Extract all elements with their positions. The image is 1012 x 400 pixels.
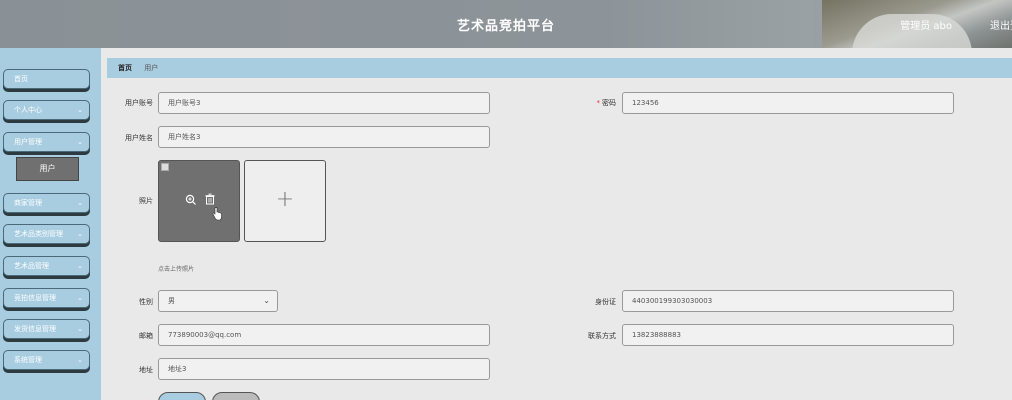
chevron-down-icon: ⌄ [77, 138, 83, 146]
gender-select[interactable]: 男 ⌄ [158, 290, 278, 312]
address-field[interactable]: 地址3 [158, 358, 490, 380]
cancel-button[interactable] [212, 392, 260, 400]
sidebar-item-art-category-management[interactable]: 艺术品类别管理 ⌄ [3, 224, 90, 244]
sidebar-item-label: 商家管理 [14, 199, 42, 207]
name-field[interactable]: 用户姓名3 [158, 126, 490, 148]
sidebar-subitem-user[interactable]: 用户 [16, 157, 79, 181]
id-card-field[interactable]: 440300199303030003 [622, 290, 954, 312]
email-field[interactable]: 773890003@qq.com [158, 324, 490, 346]
sidebar-item-label: 用户管理 [14, 138, 42, 146]
gender-selected-value: 男 [168, 297, 175, 305]
sidebar-item-shipping-info-management[interactable]: 发货信息管理 ⌄ [3, 319, 90, 339]
photo-preview [158, 160, 240, 242]
breadcrumb-home[interactable]: 首页 [118, 64, 132, 72]
breadcrumb: 首页 用户 [107, 58, 1012, 78]
sidebar-item-label: 艺术品管理 [14, 262, 49, 270]
chevron-down-icon: ⌄ [77, 230, 83, 238]
password-label: * 密码 [556, 98, 617, 108]
account-field[interactable]: 用户账号3 [158, 92, 490, 114]
sidebar-item-artwork-management[interactable]: 艺术品管理 ⌄ [3, 256, 90, 276]
broken-image-icon [161, 163, 169, 171]
upload-hint: 点击上传照片 [158, 266, 195, 273]
photo-upload-button[interactable]: + [244, 160, 326, 242]
id-card-label: 身份证 [595, 298, 616, 306]
breadcrumb-current: 用户 [144, 64, 159, 72]
logout-link[interactable]: 退出登录 [990, 17, 1012, 32]
trash-icon[interactable] [204, 193, 216, 205]
photo-label: 照片 [139, 197, 153, 205]
phone-label: 联系方式 [588, 332, 616, 340]
sidebar: 首页 个人中心 ⌄ 用户管理 ⌄ 用户 商家管理 ⌄ 艺术品类别管理 ⌄ 艺术品… [0, 48, 101, 400]
submit-button[interactable] [158, 392, 206, 400]
sidebar-item-personal-center[interactable]: 个人中心 ⌄ [3, 100, 90, 120]
sidebar-item-system-management[interactable]: 系统管理 ⌄ [3, 350, 90, 370]
password-label-text: 密码 [602, 99, 616, 107]
chevron-down-icon: ⌄ [77, 262, 83, 270]
sidebar-item-label: 艺术品类别管理 [14, 230, 63, 238]
current-user: 管理员 abo [900, 21, 952, 32]
chevron-down-icon: ⌄ [77, 294, 83, 302]
sidebar-item-label: 首页 [14, 75, 28, 83]
top-header: 艺术品竞拍平台 管理员 abo 退出登录 [0, 0, 1012, 48]
sidebar-item-user-management[interactable]: 用户管理 ⌄ [3, 132, 90, 152]
sidebar-item-label: 个人中心 [14, 106, 42, 114]
sidebar-item-label: 系统管理 [14, 356, 42, 364]
chevron-down-icon: ⌄ [77, 325, 83, 333]
name-label: 用户姓名 [125, 134, 153, 142]
account-label: 用户账号 [125, 99, 153, 107]
sidebar-item-auction-info-management[interactable]: 竞拍信息管理 ⌄ [3, 288, 90, 308]
chevron-down-icon: ⌄ [77, 199, 83, 207]
app-title: 艺术品竞拍平台 [456, 19, 555, 34]
zoom-in-icon[interactable] [185, 194, 197, 206]
sidebar-item-label: 竞拍信息管理 [14, 294, 56, 302]
hand-cursor-icon [212, 207, 222, 221]
email-label: 邮箱 [139, 332, 153, 340]
sidebar-item-home[interactable]: 首页 [3, 69, 90, 89]
phone-field[interactable]: 13823888883 [622, 324, 954, 346]
chevron-down-icon: ⌄ [77, 356, 83, 364]
sidebar-item-label: 发货信息管理 [14, 325, 56, 333]
sidebar-item-merchant-management[interactable]: 商家管理 ⌄ [3, 193, 90, 213]
chevron-down-icon: ⌄ [263, 296, 270, 305]
gender-label: 性别 [139, 298, 153, 306]
address-label: 地址 [139, 366, 153, 374]
required-mark: * [596, 99, 601, 107]
plus-icon: + [275, 187, 295, 212]
password-field[interactable]: 123456 [622, 92, 954, 114]
chevron-down-icon: ⌄ [77, 106, 83, 114]
